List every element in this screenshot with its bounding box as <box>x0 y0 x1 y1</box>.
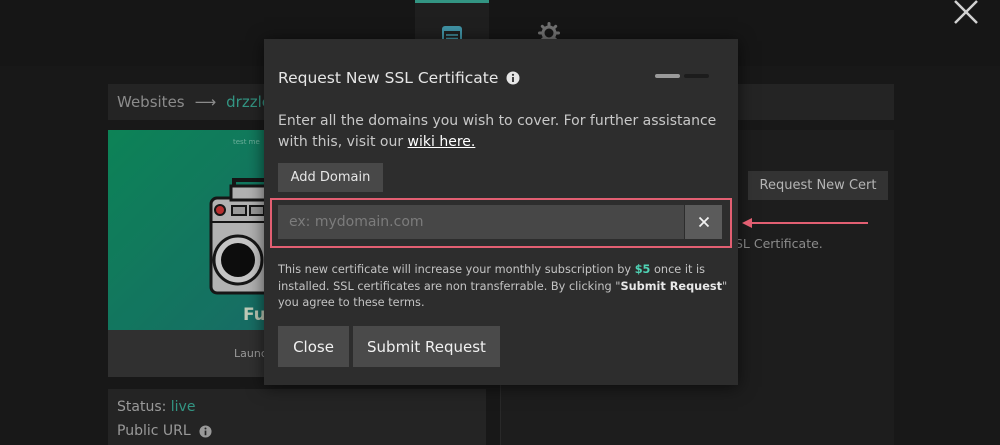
step-1 <box>655 74 680 78</box>
price-value: $5 <box>634 263 651 276</box>
notice-bold: Submit Request <box>620 279 722 293</box>
domain-input[interactable] <box>278 205 684 239</box>
modal-description: Enter all the domains you wish to cover.… <box>278 111 728 153</box>
wiki-link[interactable]: wiki here. <box>408 134 476 150</box>
add-domain-button[interactable]: Add Domain <box>278 163 383 192</box>
close-icon <box>698 216 709 228</box>
info-icon[interactable] <box>506 71 520 85</box>
close-button[interactable]: Close <box>278 326 349 367</box>
annotation-arrow-icon <box>742 218 868 228</box>
modal-title-text: Request New SSL Certificate <box>278 69 499 87</box>
modal-title: Request New SSL Certificate <box>278 69 520 87</box>
step-indicator <box>655 74 709 78</box>
request-ssl-modal: Request New SSL Certificate Enter all th… <box>264 39 738 385</box>
remove-domain-button[interactable] <box>685 205 722 239</box>
pricing-notice: This new certificate will increase your … <box>278 262 728 312</box>
notice-text-1: This new certificate will increase your … <box>278 263 635 276</box>
submit-request-button[interactable]: Submit Request <box>353 326 500 367</box>
step-2 <box>684 74 709 78</box>
description-text: Enter all the domains you wish to cover.… <box>278 113 717 150</box>
